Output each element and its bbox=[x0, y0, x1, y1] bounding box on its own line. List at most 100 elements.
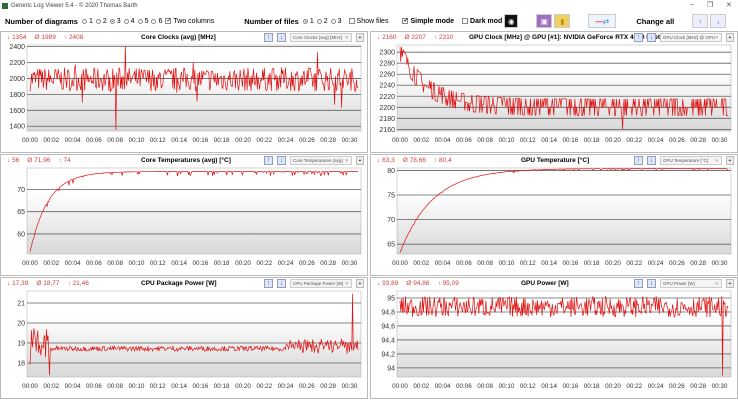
stat-min: ↓ 2160 bbox=[377, 34, 397, 41]
y-tick-label: 19 bbox=[17, 341, 25, 348]
y-tick-label: 75 bbox=[387, 193, 395, 200]
x-tick-label: 00:04 bbox=[65, 383, 81, 390]
stat-min: ↓ 56 bbox=[7, 157, 20, 164]
series-dropdown[interactable]: Core Clocks (avg) [MHz] ˅ bbox=[290, 33, 352, 42]
app-icon bbox=[2, 3, 8, 9]
panel-header: ↓ 56 Ø 71,96 ↑ 74 Core Temperatures (avg) [… bbox=[1, 155, 367, 166]
add-button[interactable]: + bbox=[726, 279, 734, 288]
diagram-title: GPU Temperature [°C] bbox=[521, 157, 590, 164]
x-tick-label: 00:26 bbox=[299, 260, 315, 267]
add-button[interactable]: + bbox=[726, 33, 734, 42]
y-tick-label: 70 bbox=[17, 187, 25, 194]
arrow-up-icon[interactable]: ↑ bbox=[264, 279, 273, 288]
y-tick-label: 65 bbox=[387, 242, 395, 249]
series-dropdown[interactable]: CPU Package Power [W] ˅ bbox=[290, 279, 352, 288]
simple-mode-checkbox[interactable]: ✓ Simple mode bbox=[402, 18, 454, 25]
line-chart: 60 65 70 00:00 00:02 00:04 00:06 00:08 00:10 00:1… bbox=[17, 167, 362, 267]
diagram-title: GPU Clock [MHz] @ GPU [#1]: NVIDIA GeFor… bbox=[469, 34, 661, 41]
stat-min: ↓ 1354 bbox=[7, 34, 27, 41]
arrow-down-icon[interactable]: ↓ bbox=[277, 279, 286, 288]
arrow-down-icon[interactable]: ↓ bbox=[710, 14, 727, 28]
add-button[interactable]: + bbox=[726, 156, 734, 165]
x-tick-label: 00:06 bbox=[86, 137, 102, 144]
diagrams-radio-6[interactable]: 6 bbox=[151, 18, 162, 25]
x-tick-label: 00:20 bbox=[605, 383, 621, 390]
y-tick-label: 2000 bbox=[9, 76, 25, 83]
series-dropdown[interactable]: GPU Temperature [°C] ˅ bbox=[660, 156, 722, 165]
x-tick-label: 00:20 bbox=[235, 137, 251, 144]
chevron-down-icon: ˅ bbox=[345, 35, 348, 40]
arrow-down-icon[interactable]: ↓ bbox=[647, 279, 656, 288]
diagrams-radio-3[interactable]: 3 bbox=[109, 18, 121, 25]
arrow-down-icon[interactable]: ↓ bbox=[647, 33, 656, 42]
panel-header: ↓ 1354 Ø 1989 ↑ 2408 Core Clocks (avg) [MHz… bbox=[1, 32, 367, 43]
y-tick-label: 2220 bbox=[379, 94, 395, 101]
x-tick-label: 00:04 bbox=[65, 137, 81, 144]
stat-avg: Ø 78,66 bbox=[402, 157, 426, 164]
x-tick-label: 00:14 bbox=[541, 383, 557, 390]
arrow-down-icon[interactable]: ↓ bbox=[277, 33, 286, 42]
arrow-up-icon[interactable]: ↑ bbox=[634, 279, 643, 288]
stats: ↓ 56 Ø 71,96 ↑ 74 bbox=[7, 157, 79, 164]
dark-mode-checkbox[interactable]: Dark mod bbox=[462, 18, 502, 25]
show-files-checkbox[interactable]: Show files bbox=[348, 18, 388, 25]
arrow-down-icon[interactable]: ↓ bbox=[647, 156, 656, 165]
folder-icon[interactable]: ▮ bbox=[554, 14, 571, 28]
arrow-up-icon[interactable]: ↑ bbox=[634, 33, 643, 42]
series-dropdown[interactable]: GPU Power [W] ˅ bbox=[660, 279, 722, 288]
diagram-panel: ↓ 56 Ø 71,96 ↑ 74 Core Temperatures (avg) [… bbox=[0, 154, 368, 276]
arrow-up-icon[interactable]: ↑ bbox=[264, 156, 273, 165]
stat-max: ↑ 21,46 bbox=[67, 280, 89, 287]
camera-icon[interactable]: ◉ bbox=[504, 14, 519, 28]
arrow-up-icon[interactable]: ↑ bbox=[692, 14, 709, 28]
y-tick-label: 1400 bbox=[9, 124, 25, 131]
diagram-panel: ↓ 63,3 Ø 78,66 ↑ 80,4 GPU Temperature [°C] ↑… bbox=[370, 154, 738, 276]
y-tick-label: 94,2 bbox=[381, 351, 395, 358]
arrow-up-icon[interactable]: ↑ bbox=[634, 156, 643, 165]
minimize-button[interactable]: – bbox=[690, 1, 694, 8]
save-icon[interactable]: ▣ bbox=[536, 14, 553, 28]
x-tick-label: 00:28 bbox=[690, 137, 706, 144]
x-tick-label: 00:30 bbox=[712, 383, 728, 390]
x-tick-label: 00:24 bbox=[648, 383, 664, 390]
close-button[interactable]: ✕ bbox=[726, 1, 732, 9]
files-radio-1[interactable]: 1 bbox=[302, 18, 314, 25]
two-columns-checkbox[interactable]: ✓ Two columns bbox=[165, 18, 214, 25]
add-button[interactable]: + bbox=[356, 279, 364, 288]
chevron-down-icon: ˅ bbox=[715, 281, 718, 286]
series-dropdown[interactable]: GPU Clock [MHz] @ GPU ˅ bbox=[660, 33, 722, 42]
x-tick-label: 00:24 bbox=[648, 137, 664, 144]
diagrams-radio-4[interactable]: 4 bbox=[123, 18, 135, 25]
stats: ↓ 17,39 Ø 18,77 ↑ 21,46 bbox=[7, 280, 97, 287]
stat-avg: Ø 1989 bbox=[34, 34, 56, 41]
diagrams-radio-2[interactable]: 2 bbox=[95, 18, 107, 25]
x-tick-label: 00:10 bbox=[499, 383, 515, 390]
diagrams-radio-5[interactable]: 5 bbox=[137, 18, 148, 25]
x-tick-label: 00:24 bbox=[648, 260, 664, 267]
files-radio-2[interactable]: 2 bbox=[316, 18, 328, 25]
x-tick-label: 00:24 bbox=[278, 137, 294, 144]
x-tick-label: 00:18 bbox=[584, 383, 600, 390]
maximize-button[interactable]: ❐ bbox=[707, 1, 713, 9]
x-tick-label: 00:10 bbox=[499, 137, 515, 144]
add-button[interactable]: + bbox=[356, 156, 364, 165]
x-tick-label: 00:30 bbox=[712, 137, 728, 144]
add-button[interactable]: + bbox=[356, 33, 364, 42]
x-tick-label: 00:10 bbox=[129, 137, 145, 144]
series-dropdown[interactable]: Core Temperatures (avg) ˅ bbox=[290, 156, 352, 165]
y-tick-label: 1600 bbox=[9, 108, 25, 115]
files-radio-3[interactable]: 3 bbox=[330, 18, 342, 25]
y-tick-label: 70 bbox=[387, 217, 395, 224]
x-tick-label: 00:16 bbox=[563, 260, 579, 267]
arrow-down-icon[interactable]: ↓ bbox=[277, 156, 286, 165]
x-tick-label: 00:00 bbox=[22, 260, 38, 267]
change-all-label: Change all bbox=[636, 16, 675, 26]
remove-swap-icon[interactable]: — ⇄ bbox=[588, 14, 617, 28]
x-tick-label: 00:14 bbox=[171, 383, 187, 390]
line-chart: 18 19 20 21 00:00 00:02 00:04 00:06 00:08 00:10 00… bbox=[17, 290, 362, 390]
x-tick-label: 00:28 bbox=[320, 260, 336, 267]
x-tick-label: 00:22 bbox=[256, 383, 272, 390]
diagrams-radio-1[interactable]: 1 bbox=[81, 18, 93, 25]
arrow-up-icon[interactable]: ↑ bbox=[264, 33, 273, 42]
x-tick-label: 00:10 bbox=[129, 383, 145, 390]
